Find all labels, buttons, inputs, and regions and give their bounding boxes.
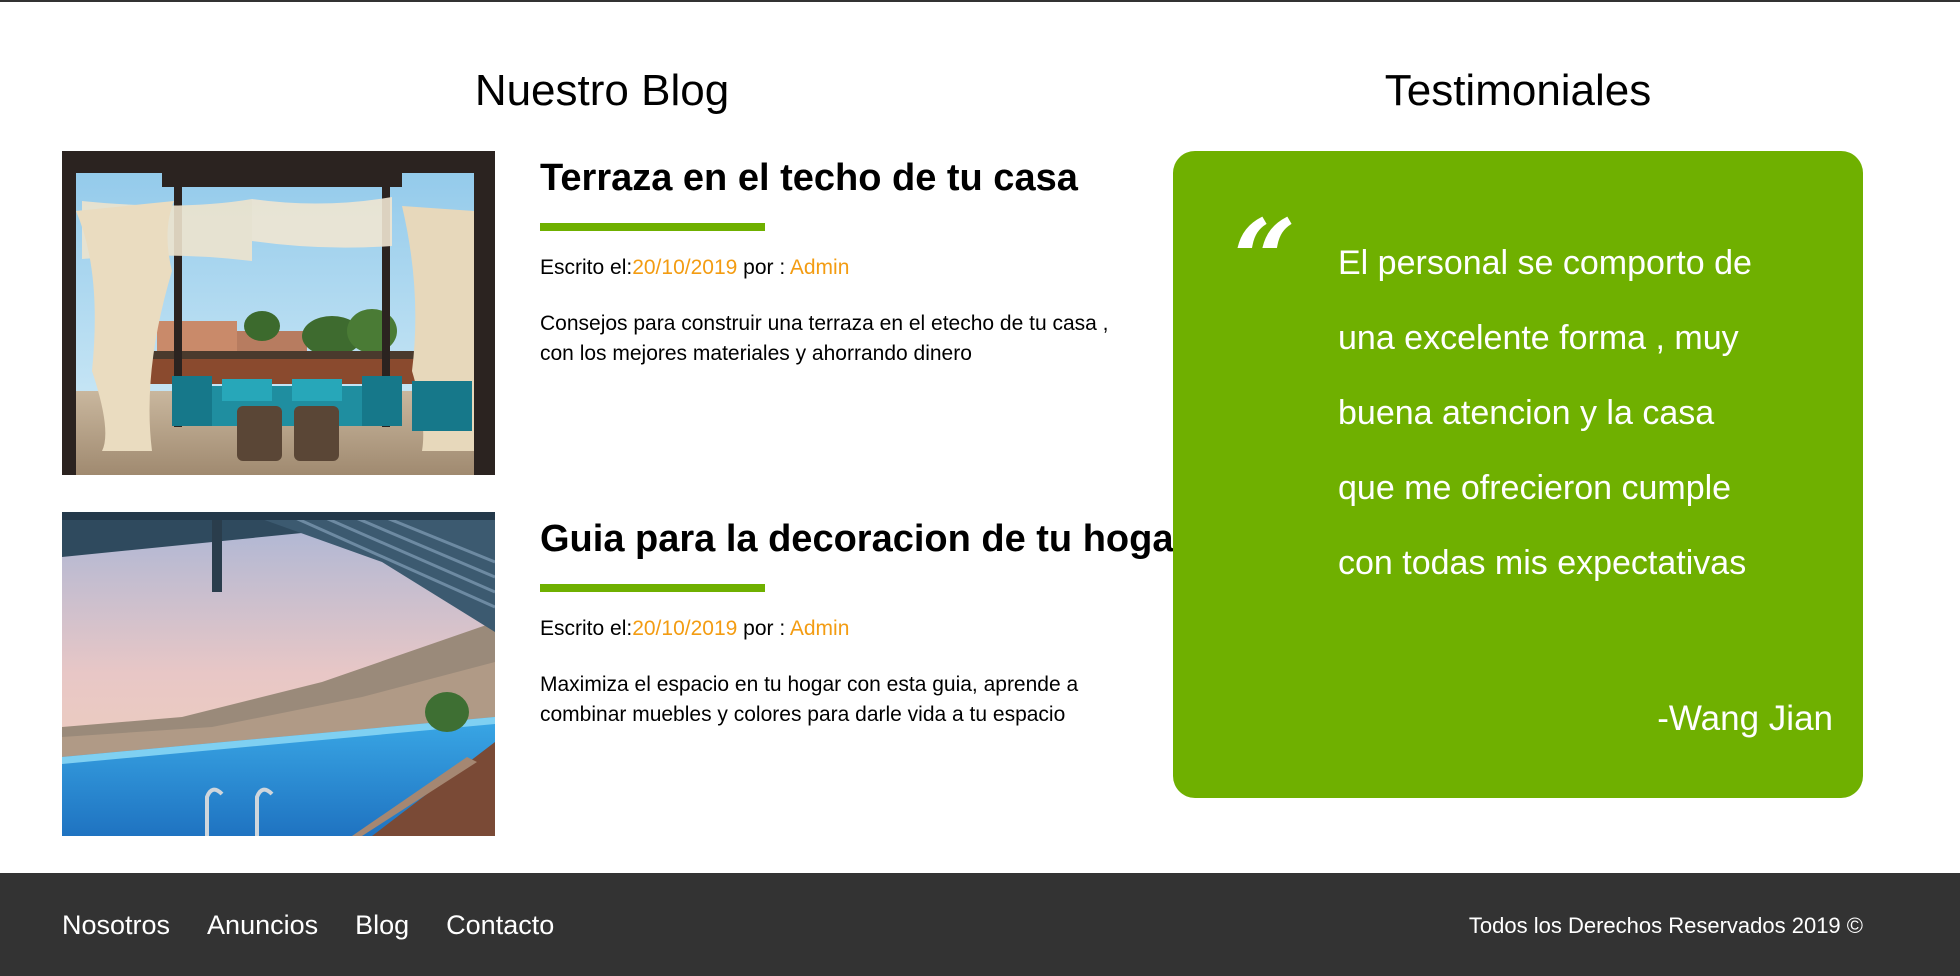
footer-link-anuncios[interactable]: Anuncios — [207, 907, 318, 943]
footer: Nosotros Anuncios Blog Contacto Todos lo… — [0, 873, 1960, 976]
entry-date: 20/10/2019 — [632, 617, 738, 640]
testimonial-card: “ El personal se comporto de una excelen… — [1173, 151, 1863, 798]
meta-by-label: por : — [737, 617, 790, 640]
rooftop-terrace-photo — [62, 151, 495, 475]
top-divider — [0, 0, 1960, 2]
blog-entry-excerpt: Maximiza el espacio en tu hogar con esta… — [540, 673, 1079, 726]
blog-entry: Guia para la decoracion de tu hogar Escr… — [62, 512, 1188, 836]
blog-entry-body: Guia para la decoracion de tu hogar Escr… — [540, 512, 1200, 730]
blog-entry-body: Terraza en el techo de tu casa Escrito e… — [540, 151, 1200, 369]
blog-heading: Nuestro Blog — [474, 66, 730, 115]
blog-entry-title[interactable]: Terraza en el techo de tu casa — [540, 151, 1200, 205]
page: Nuestro Blog Testimoniales Terraza en el… — [0, 0, 1960, 976]
testimonials-heading: Testimoniales — [1384, 66, 1652, 115]
entry-author-link[interactable]: Admin — [790, 256, 850, 279]
rooftop-terrace-image[interactable] — [62, 151, 495, 475]
testimonial-author: -Wang Jian — [1657, 699, 1833, 738]
blog-entry-meta: Escrito el:20/10/2019 por : Admin — [540, 614, 1200, 644]
meta-written-label: Escrito el: — [540, 617, 633, 640]
meta-written-label: Escrito el: — [540, 256, 633, 279]
footer-link-nosotros[interactable]: Nosotros — [62, 907, 170, 943]
blog-entry-meta: Escrito el:20/10/2019 por : Admin — [540, 253, 1200, 283]
infinity-pool-photo — [62, 512, 495, 836]
blog-entry: Terraza en el techo de tu casa Escrito e… — [62, 151, 1142, 475]
title-underline — [540, 223, 765, 231]
testimonial-text: El personal se comporto de una excelente… — [1338, 244, 1752, 582]
entry-author-link[interactable]: Admin — [790, 617, 850, 640]
blog-entry-excerpt: Consejos para construir una terraza en e… — [540, 312, 1109, 365]
footer-copyright: Todos los Derechos Reservados 2019 © — [1468, 913, 1863, 938]
meta-by-label: por : — [737, 256, 790, 279]
footer-link-blog[interactable]: Blog — [355, 907, 409, 943]
title-underline — [540, 584, 765, 592]
quote-icon: “ — [1233, 195, 1297, 324]
blog-entry-title[interactable]: Guia para la decoracion de tu hogar — [540, 512, 1200, 566]
footer-link-contacto[interactable]: Contacto — [446, 907, 554, 943]
infinity-pool-image[interactable] — [62, 512, 495, 836]
entry-date: 20/10/2019 — [632, 256, 738, 279]
footer-nav: Nosotros Anuncios Blog Contacto — [62, 907, 554, 943]
